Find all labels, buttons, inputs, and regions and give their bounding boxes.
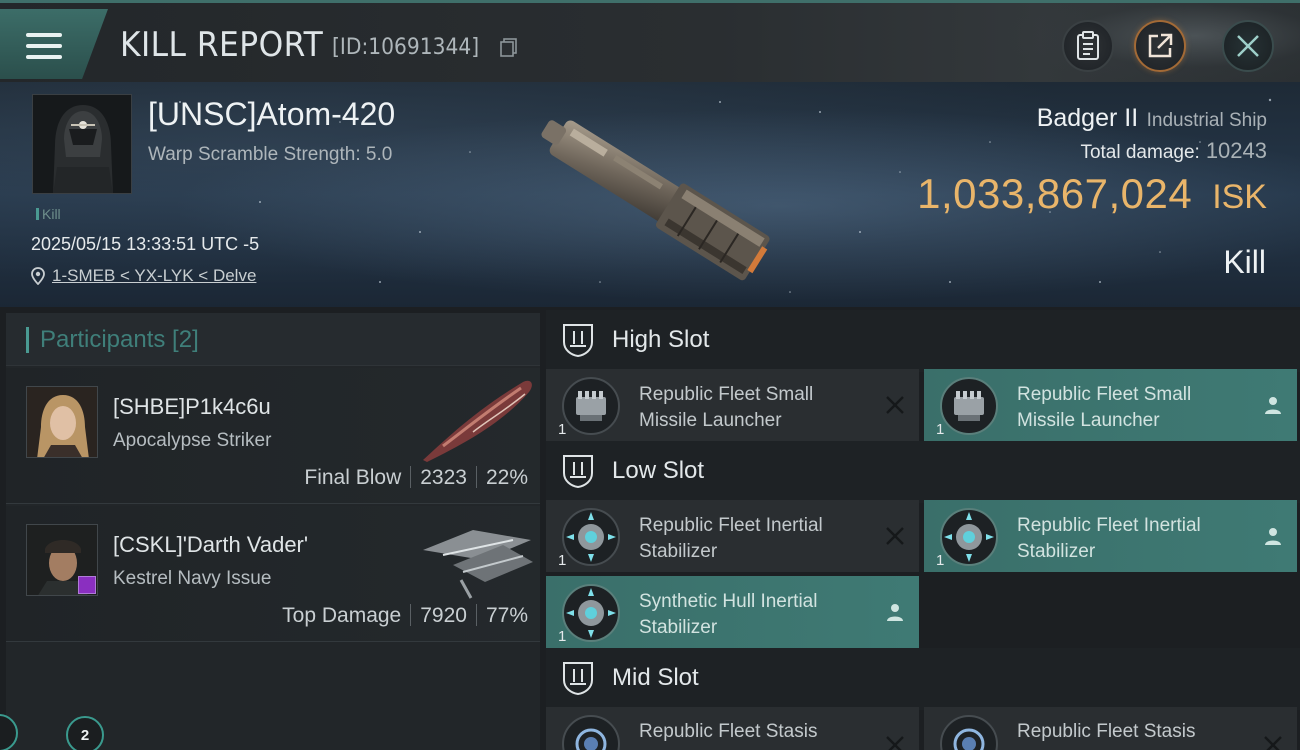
inertial-stabilizer-icon [562,584,620,642]
module-item[interactable]: 1 Republic Fleet Inertial Stabilizer [546,500,919,572]
participant-percent: 22% [485,466,528,489]
module-name: Republic Fleet Small Missile Launcher [1017,384,1192,431]
participants-title: Participants [2] [40,326,199,353]
module-item[interactable]: 1 Republic Fleet Small Missile Launcher [546,369,919,441]
dropped-person-icon [887,604,903,621]
missile-launcher-icon [940,377,998,435]
module-name: Republic Fleet Inertial Stabilizer [639,515,823,562]
inertial-stabilizer-icon [562,508,620,566]
copy-icon[interactable] [500,38,518,58]
total-damage-label: Total damage: [1080,142,1200,163]
high-slot-header: High Slot [546,310,1300,372]
mid-slot-title: Mid Slot [612,664,699,691]
low-slot-title: Low Slot [612,457,705,484]
module-item[interactable]: Republic Fleet Stasis [924,707,1297,750]
isk-value: 1,033,867,024 [917,170,1193,217]
module-item[interactable]: 1 Republic Fleet Inertial Stabilizer [924,500,1297,572]
stasis-webifier-icon [562,715,620,750]
module-name: Republic Fleet Stasis [1017,721,1196,742]
module-item[interactable]: 1 Republic Fleet Small Missile Launcher [924,369,1297,441]
page-title: KILL REPORT [120,25,324,65]
module-name: Republic Fleet Inertial Stabilizer [1017,515,1201,562]
isk-unit: ISK [1212,178,1267,216]
close-icon [1237,35,1259,57]
total-damage-value: 10243 [1205,138,1267,163]
inertial-stabilizer-icon [940,508,998,566]
header-bar: KILL REPORT [ID:10691344] [0,0,1300,85]
stasis-webifier-icon [940,715,998,750]
participant-row[interactable]: [CSKL]'Darth Vader' Kestrel Navy Issue T… [6,506,540,642]
victim-summary: [UNSC]Atom-420 Warp Scramble Strength: 5… [0,82,1300,307]
clipboard-icon [1077,31,1099,60]
module-quantity: 1 [936,421,945,438]
isk-loss: 1,033,867,024 ISK [917,170,1267,218]
result-label: Kill [1223,244,1266,280]
participant-name: [CSKL]'Darth Vader' [113,532,309,557]
module-name: Republic Fleet Stasis [639,721,818,742]
share-icon [1148,33,1173,58]
module-quantity: 1 [558,552,567,569]
module-quantity: 1 [936,552,945,569]
victim-ship-image [541,120,770,281]
module-name: Republic Fleet Small Missile Launcher [639,384,814,431]
participant-row[interactable]: [SHBE]P1k4c6u Apocalypse Striker Final B… [6,368,540,504]
participants-header: Participants [2] [6,313,540,366]
hamburger-menu-icon [26,33,62,61]
kill-tag: Kill [36,206,61,222]
warp-scramble-strength: Warp Scramble Strength: 5.0 [148,144,393,165]
notification-count-badge[interactable]: 2 [66,716,104,750]
high-slot-title: High Slot [612,326,710,353]
participant-ship-image [423,530,533,599]
mid-slot-header: Mid Slot [546,648,1300,710]
module-quantity: 1 [558,628,567,645]
destroyed-x-icon [886,527,904,545]
location-text[interactable]: 1-SMEB < YX-LYK < Delve [52,266,256,286]
module-name: Synthetic Hull Inertial Stabilizer [639,591,818,638]
share-button[interactable] [1134,20,1186,72]
report-id: [ID:10691344] [332,35,480,60]
destroyed-x-icon [886,396,904,414]
victim-avatar[interactable] [32,94,132,194]
module-quantity: 1 [558,421,567,438]
dropped-person-icon [1265,397,1281,414]
mid-slot-icon [563,662,593,696]
participant-ship-image [423,380,532,462]
module-item[interactable]: Republic Fleet Stasis [546,707,919,750]
clipboard-button[interactable] [1062,20,1114,72]
module-item[interactable]: 1 Synthetic Hull Inertial Stabilizer [546,576,919,648]
victim-ship-name[interactable]: Badger II [1037,104,1138,132]
participant-stats: Top Damage 7920 77% [282,604,528,628]
missile-launcher-icon [562,377,620,435]
role-badge [78,576,96,594]
participant-role: Final Blow [304,466,402,489]
victim-ship-class: Industrial Ship [1146,110,1267,131]
participant-damage: 7920 [420,604,467,627]
close-button[interactable] [1222,20,1274,72]
low-slot-header: Low Slot [546,441,1300,503]
participant-name: [SHBE]P1k4c6u [113,394,271,419]
high-slot-icon [563,324,593,358]
participant-percent: 77% [485,604,528,627]
location-pin-icon [31,267,45,285]
location-link[interactable]: 1-SMEB < YX-LYK < Delve [31,266,256,286]
dropped-person-icon [1265,528,1281,545]
participant-stats: Final Blow 2323 22% [304,466,528,490]
participant-role: Top Damage [282,604,402,627]
low-slot-icon [563,455,593,489]
victim-ship-info: Badger II Industrial Ship [1037,104,1267,133]
destroyed-x-icon [886,736,904,750]
participant-damage: 2323 [420,466,467,489]
participant-ship: Kestrel Navy Issue [113,568,272,589]
victim-name: [UNSC]Atom-420 [148,96,396,132]
kill-datetime: 2025/05/15 13:33:51 UTC -5 [31,234,260,254]
participant-ship: Apocalypse Striker [113,430,272,451]
total-damage: Total damage: 10243 [1080,138,1267,164]
destroyed-x-icon [1264,736,1282,750]
menu-button[interactable] [0,9,108,79]
participant-avatar[interactable] [26,386,98,458]
